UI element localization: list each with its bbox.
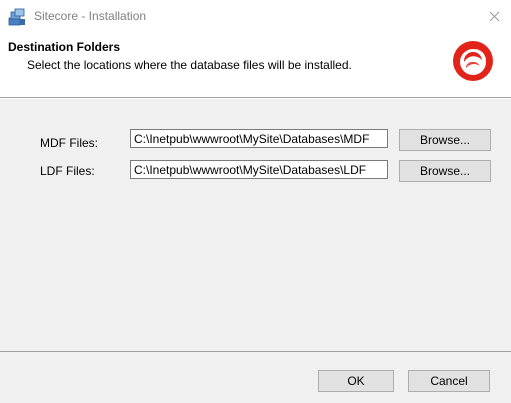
mdf-browse-button[interactable]: Browse...	[399, 129, 491, 151]
ok-button[interactable]: OK	[318, 370, 394, 392]
sitecore-logo	[453, 41, 493, 81]
window-title: Sitecore - Installation	[34, 9, 147, 23]
ldf-browse-button[interactable]: Browse...	[399, 160, 491, 182]
page-subtitle: Select the locations where the database …	[27, 58, 352, 72]
title-bar: Sitecore - Installation	[0, 0, 511, 33]
ldf-label: LDF Files:	[40, 164, 95, 178]
close-icon	[489, 11, 499, 22]
ldf-path-input[interactable]	[130, 160, 388, 179]
content-panel: MDF Files: Browse... LDF Files: Browse..…	[0, 99, 511, 351]
installer-icon	[8, 8, 25, 26]
mdf-label: MDF Files:	[40, 136, 98, 150]
cancel-button[interactable]: Cancel	[408, 370, 490, 392]
footer-panel: OK Cancel	[0, 352, 511, 403]
installer-window: Sitecore - Installation Destination Fold…	[0, 0, 511, 403]
page-title: Destination Folders	[8, 40, 121, 54]
mdf-path-input[interactable]	[130, 129, 388, 148]
close-button[interactable]	[477, 0, 511, 33]
header-panel: Destination Folders Select the locations…	[0, 33, 511, 97]
